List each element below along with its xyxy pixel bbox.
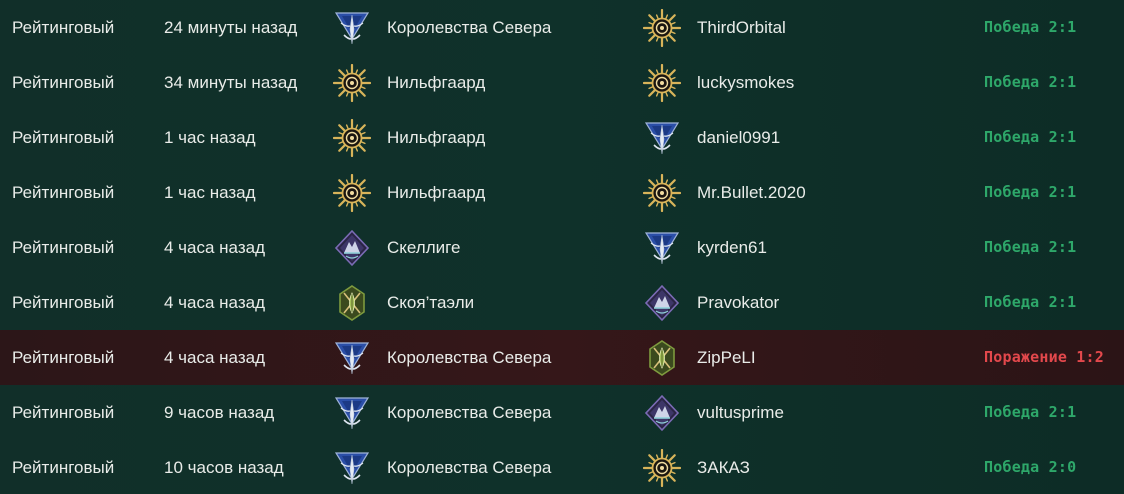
- match-row[interactable]: Рейтинговый 4 часа назад Скеллиге kyrden61 П…: [0, 220, 1124, 276]
- match-row[interactable]: Рейтинговый 4 часа назад Скоя’таэли Pravoka…: [0, 275, 1124, 331]
- match-result: Победа 2:1: [984, 128, 1077, 146]
- match-mode: Рейтинговый: [12, 183, 115, 202]
- match-time: 24 минуты назад: [164, 18, 298, 37]
- scoiatael-icon: [643, 339, 681, 377]
- match-mode: Рейтинговый: [12, 18, 115, 37]
- scoiatael-icon: [333, 284, 371, 322]
- match-time: 34 минуты назад: [164, 73, 298, 92]
- match-row[interactable]: Рейтинговый 9 часов назад Королевства Севе…: [0, 385, 1124, 441]
- match-time: 1 час назад: [164, 128, 256, 147]
- player-faction: Скоя’таэли: [387, 293, 475, 312]
- nilfgaard-icon: [643, 64, 681, 102]
- skellige-icon: [643, 284, 681, 322]
- opponent-name[interactable]: daniel0991: [697, 110, 780, 165]
- skellige-icon: [643, 394, 681, 432]
- match-mode: Рейтинговый: [12, 128, 115, 147]
- match-result: Победа 2:0: [984, 458, 1077, 476]
- match-result: Победа 2:1: [984, 238, 1077, 256]
- northern-realms-icon: [643, 119, 681, 157]
- match-time: 4 часа назад: [164, 238, 265, 257]
- northern-realms-icon: [333, 394, 371, 432]
- opponent-name[interactable]: ЗАКАЗ: [697, 440, 750, 494]
- player-faction: Нильфгаард: [387, 183, 486, 202]
- opponent-name[interactable]: luckysmokes: [697, 55, 794, 110]
- match-mode: Рейтинговый: [12, 403, 115, 422]
- skellige-icon: [333, 229, 371, 267]
- match-row[interactable]: Рейтинговый 1 час назад Нильфгаард Mr.Bulle…: [0, 165, 1124, 221]
- match-result: Победа 2:1: [984, 403, 1077, 421]
- nilfgaard-icon: [333, 64, 371, 102]
- player-faction: Королевства Севера: [387, 458, 552, 477]
- match-mode: Рейтинговый: [12, 238, 115, 257]
- match-time: 10 часов назад: [164, 458, 284, 477]
- match-row[interactable]: Рейтинговый 4 часа назад Королевства Север…: [0, 330, 1124, 386]
- opponent-name[interactable]: ThirdOrbital: [697, 0, 786, 55]
- match-result: Поражение 1:2: [984, 348, 1104, 366]
- player-faction: Королевства Севера: [387, 403, 552, 422]
- player-faction: Королевства Севера: [387, 18, 552, 37]
- match-time: 4 часа назад: [164, 293, 265, 312]
- opponent-name[interactable]: kyrden61: [697, 220, 767, 275]
- match-time: 9 часов назад: [164, 403, 275, 422]
- nilfgaard-icon: [643, 174, 681, 212]
- match-mode: Рейтинговый: [12, 348, 115, 367]
- nilfgaard-icon: [333, 174, 371, 212]
- northern-realms-icon: [333, 9, 371, 47]
- opponent-name[interactable]: Mr.Bullet.2020: [697, 165, 806, 220]
- opponent-name[interactable]: vultusprime: [697, 385, 784, 440]
- northern-realms-icon: [333, 449, 371, 487]
- opponent-name[interactable]: Pravokator: [697, 275, 779, 330]
- match-mode: Рейтинговый: [12, 458, 115, 477]
- opponent-name[interactable]: ZipPeLI: [697, 330, 756, 385]
- match-row[interactable]: Рейтинговый 24 минуты назад Королевства Се…: [0, 0, 1124, 56]
- match-row[interactable]: Рейтинговый 1 час назад Нильфгаард daniel09…: [0, 110, 1124, 166]
- match-mode: Рейтинговый: [12, 73, 115, 92]
- nilfgaard-icon: [643, 449, 681, 487]
- match-result: Победа 2:1: [984, 18, 1077, 36]
- northern-realms-icon: [643, 229, 681, 267]
- match-time: 1 час назад: [164, 183, 256, 202]
- match-result: Победа 2:1: [984, 183, 1077, 201]
- player-faction: Нильфгаард: [387, 73, 486, 92]
- northern-realms-icon: [333, 339, 371, 377]
- player-faction: Скеллиге: [387, 238, 461, 257]
- match-row[interactable]: Рейтинговый 34 минуты назад Нильфгаард luck…: [0, 55, 1124, 111]
- nilfgaard-icon: [333, 119, 371, 157]
- match-history-table: Рейтинговый 24 минуты назад Королевства Се…: [0, 0, 1124, 494]
- match-result: Победа 2:1: [984, 293, 1077, 311]
- match-result: Победа 2:1: [984, 73, 1077, 91]
- nilfgaard-icon: [643, 9, 681, 47]
- player-faction: Королевства Севера: [387, 348, 552, 367]
- player-faction: Нильфгаард: [387, 128, 486, 147]
- match-mode: Рейтинговый: [12, 293, 115, 312]
- match-row[interactable]: Рейтинговый 10 часов назад Королевства Сев…: [0, 440, 1124, 494]
- match-time: 4 часа назад: [164, 348, 265, 367]
